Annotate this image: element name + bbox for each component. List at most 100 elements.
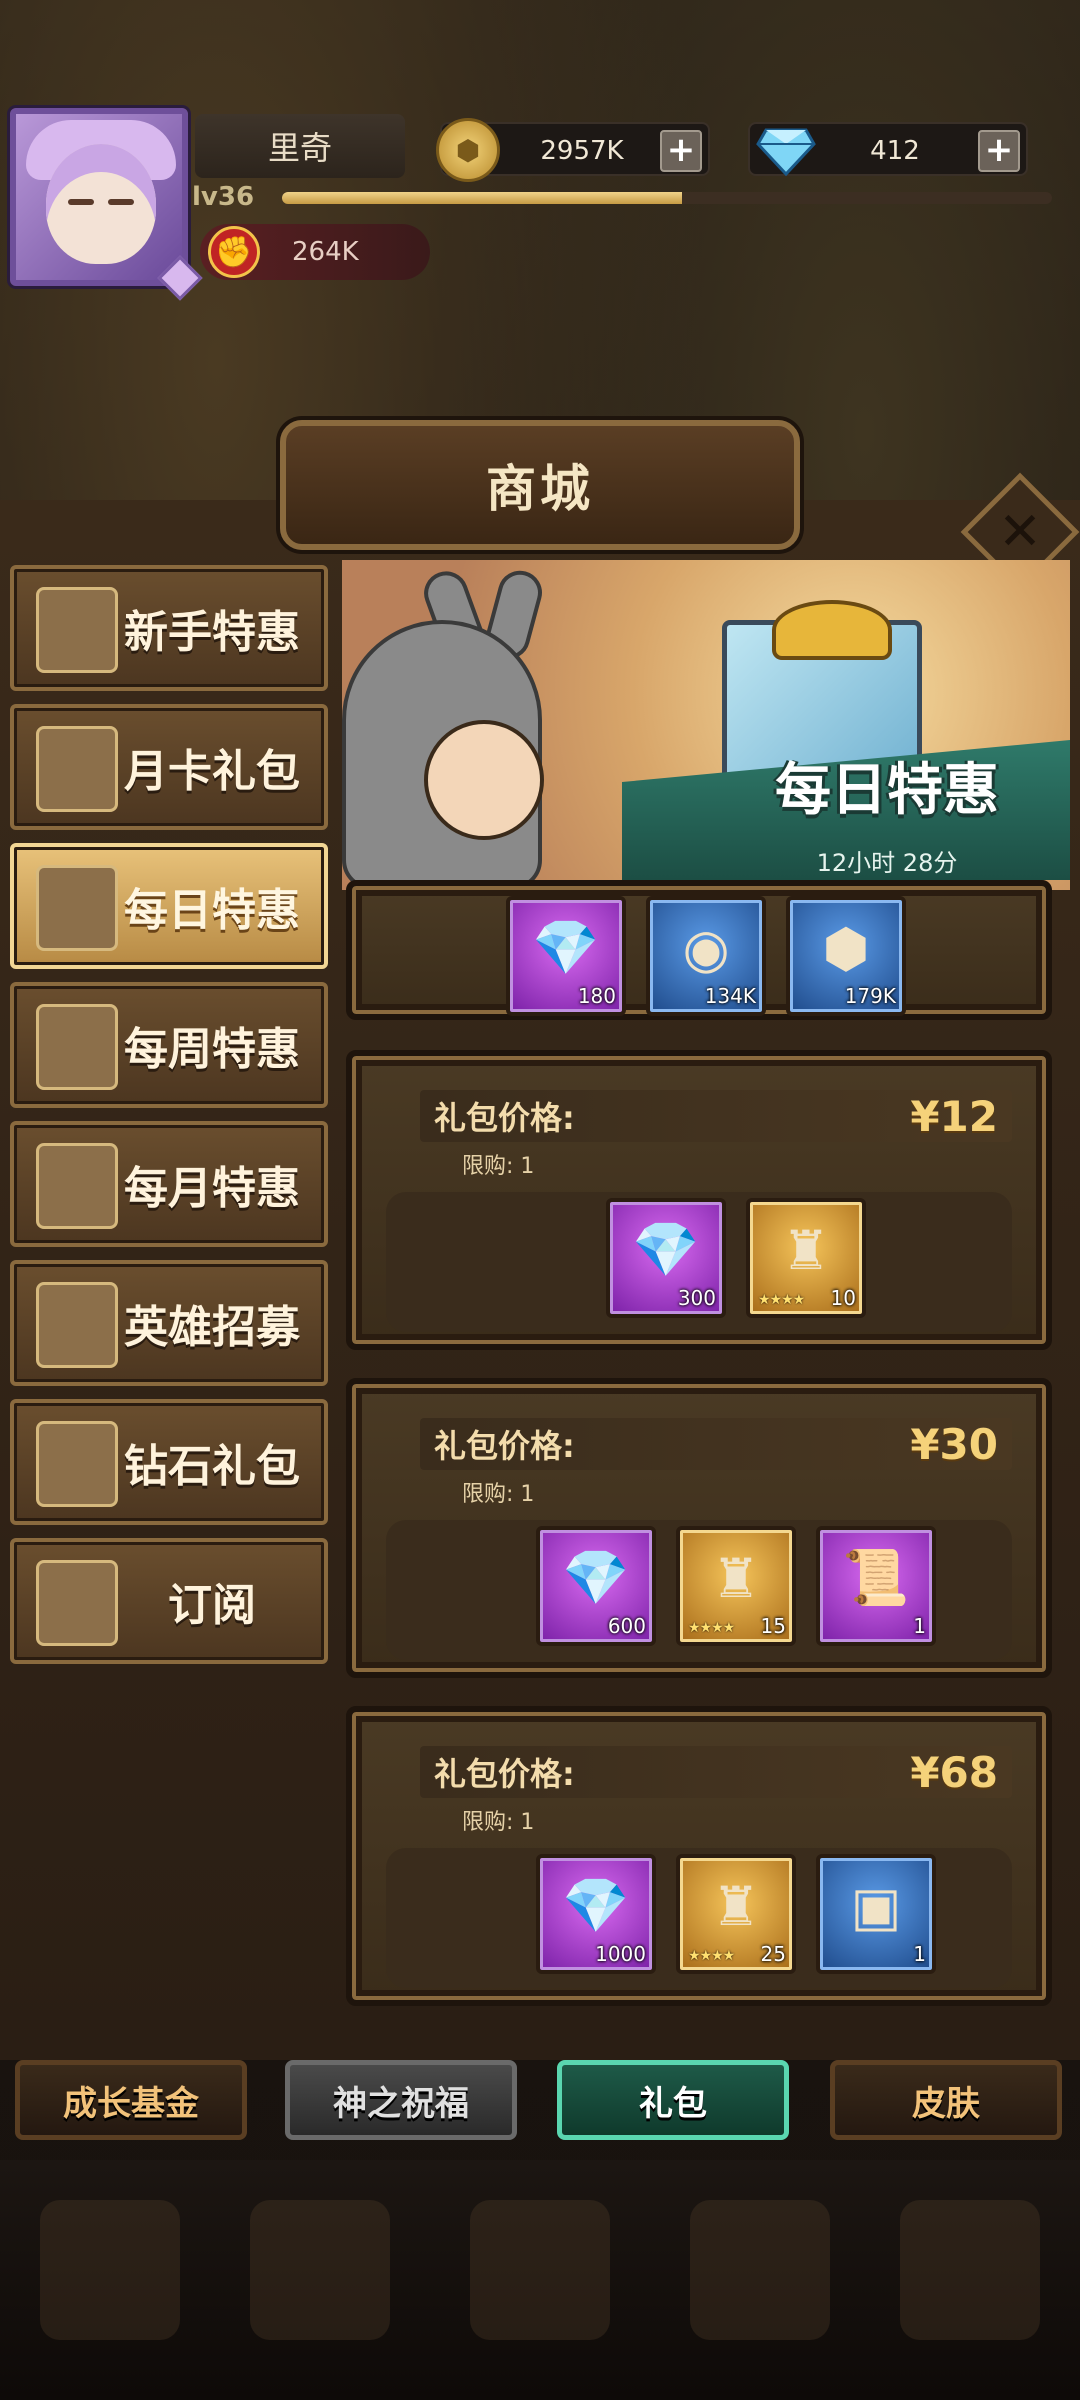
power-counter: ✊ 264K	[200, 224, 430, 280]
item-count: 1000	[595, 1942, 646, 1966]
gift-icon	[36, 1143, 118, 1229]
player-name: 里奇	[195, 114, 405, 178]
item-count: 10	[830, 1286, 856, 1310]
top-status-bar: 里奇 ⬢ 2957K + 412 + lv36 ✊ 264K	[0, 100, 1080, 301]
diamond-item[interactable]: 💎 180	[506, 896, 626, 1016]
purchase-limit: 限购: 1	[462, 1482, 535, 1507]
exp-orb-item[interactable]: ◉ 134K	[646, 896, 766, 1016]
sidebar-item-label: 每周特惠	[124, 1024, 300, 1075]
buy-price-button[interactable]: ¥30	[910, 1416, 998, 1472]
item-count: 1	[913, 1614, 926, 1638]
sidebar-item-label: 钻石礼包	[124, 1441, 300, 1492]
pack-items: 💎 1000 ♜ ★★★★ 25 ▣ 1	[386, 1848, 1012, 1988]
buy-price-button[interactable]: ¥68	[910, 1744, 998, 1800]
sidebar-item-diamond-pack[interactable]: 钻石礼包	[10, 1399, 328, 1525]
sidebar-item-newbie[interactable]: 新手特惠	[10, 565, 328, 691]
helmet-icon: ♜	[711, 1546, 761, 1610]
avatar-eye	[68, 199, 94, 205]
gold-counter: ⬢ 2957K +	[436, 118, 710, 182]
item-count: 15	[760, 1614, 786, 1638]
nav-slot	[690, 2200, 830, 2340]
item-count: 179K	[844, 984, 896, 1008]
star-rating: ★★★★	[688, 1620, 735, 1636]
tab-skins[interactable]: 皮肤	[830, 2060, 1062, 2140]
bottom-tabs: 成长基金 神之祝福 礼包 皮肤	[0, 2040, 1080, 2160]
diamond-item[interactable]: 💎 300	[606, 1198, 726, 1318]
banner-timer: 12小时 28分	[816, 848, 958, 877]
gold-value: 2957K	[540, 136, 624, 166]
sidebar-item-label: 订阅	[168, 1580, 256, 1631]
sidebar-item-label: 每月特惠	[124, 1163, 300, 1214]
character-face	[424, 720, 544, 840]
tab-gift-packs[interactable]: 礼包	[557, 2060, 789, 2140]
add-gold-button[interactable]: +	[660, 130, 702, 172]
helmet-icon: ♜	[711, 1874, 761, 1938]
tab-blessing[interactable]: 神之祝福	[285, 2060, 517, 2140]
sidebar-item-subscribe[interactable]: 订阅	[10, 1538, 328, 1664]
diamond-icon: 💎	[562, 1874, 630, 1937]
fist-icon: ✊	[208, 226, 260, 278]
sidebar-item-label: 新手特惠	[124, 607, 300, 658]
diamond-item[interactable]: 💎 1000	[536, 1854, 656, 1974]
sale-icon	[36, 587, 118, 673]
hero-shard-item[interactable]: ♜ ★★★★ 15	[676, 1526, 796, 1646]
item-count: 134K	[704, 984, 756, 1008]
helmet-icon: ♜	[781, 1218, 831, 1282]
item-count: 300	[677, 1286, 716, 1310]
tab-growth-fund[interactable]: 成长基金	[15, 2060, 247, 2140]
gold-coin-icon: ⬢	[822, 916, 870, 980]
gold-coin-item[interactable]: ⬢ 179K	[786, 896, 906, 1016]
item-count: 180	[577, 984, 616, 1008]
scroll-icon: 📜	[842, 1546, 910, 1609]
pack-items: 💎 300 ♜ ★★★★ 10	[386, 1192, 1012, 1332]
avatar-eye	[108, 199, 134, 205]
purchase-limit: 限购: 1	[462, 1154, 535, 1179]
sidebar-item-monthly[interactable]: 每月特惠	[10, 1121, 328, 1247]
sidebar-item-weekly[interactable]: 每周特惠	[10, 982, 328, 1108]
diamond-icon: 💎	[632, 1218, 700, 1281]
power-value: 264K	[292, 237, 359, 267]
sidebar-item-monthly-card[interactable]: 月卡礼包	[10, 704, 328, 830]
gift-icon	[36, 1004, 118, 1090]
purchase-limit: 限购: 1	[462, 1810, 535, 1835]
price-label: 礼包价格:	[434, 1427, 575, 1465]
xp-fill	[282, 192, 683, 204]
ore-icon	[36, 1421, 118, 1507]
gift-icon	[36, 865, 118, 951]
diamond-item[interactable]: 💎 600	[536, 1526, 656, 1646]
banner-title: 每日特惠	[775, 757, 999, 823]
sidebar-item-label: 月卡礼包	[124, 746, 300, 797]
item-count: 25	[760, 1942, 786, 1966]
pack-header: 礼包价格: ¥30	[420, 1418, 1012, 1470]
hero-shard-item[interactable]: ♜ ★★★★ 10	[746, 1198, 866, 1318]
hero-shard-item[interactable]: ♜ ★★★★ 25	[676, 1854, 796, 1974]
item-count: 600	[607, 1614, 646, 1638]
price-label: 礼包价格:	[434, 1755, 575, 1793]
chest-item[interactable]: ▣ 1	[816, 1854, 936, 1974]
scroll-icon	[36, 1560, 118, 1646]
deal-pack: 礼包价格: ¥30 限购: 1 💎 600 ♜ ★★★★ 15 📜 1	[346, 1378, 1052, 1678]
nav-slot	[900, 2200, 1040, 2340]
nav-slot	[250, 2200, 390, 2340]
sidebar-item-label: 英雄招募	[124, 1302, 300, 1353]
nav-slot	[470, 2200, 610, 2340]
close-icon: ✕	[998, 502, 1042, 562]
deal-pack: 礼包价格: ¥12 限购: 1 💎 300 ♜ ★★★★ 10	[346, 1050, 1052, 1350]
shop-title: 商城	[280, 420, 800, 550]
daily-deal-banner: 每日特惠 12小时 28分	[342, 560, 1070, 890]
player-avatar[interactable]	[10, 108, 203, 301]
pack-header: 礼包价格: ¥12	[420, 1090, 1012, 1142]
buy-price-button[interactable]: ¥12	[910, 1088, 998, 1144]
star-rating: ★★★★	[758, 1292, 805, 1308]
add-gems-button[interactable]: +	[978, 130, 1020, 172]
sidebar-item-hero-recruit[interactable]: 英雄招募	[10, 1260, 328, 1386]
gold-coin-icon: ⬢	[436, 118, 500, 182]
sidebar-item-daily[interactable]: 每日特惠	[10, 843, 328, 969]
diamond-icon: 💎	[532, 916, 600, 979]
diamond-icon: 💎	[562, 1546, 630, 1609]
player-level: lv36	[192, 182, 255, 212]
scroll-item[interactable]: 📜 1	[816, 1526, 936, 1646]
gem-counter: 412 +	[748, 122, 1028, 177]
deal-pack: 礼包价格: ¥68 限购: 1 💎 1000 ♜ ★★★★ 25 ▣ 1	[346, 1706, 1052, 2006]
gift-bow-icon	[772, 600, 892, 660]
